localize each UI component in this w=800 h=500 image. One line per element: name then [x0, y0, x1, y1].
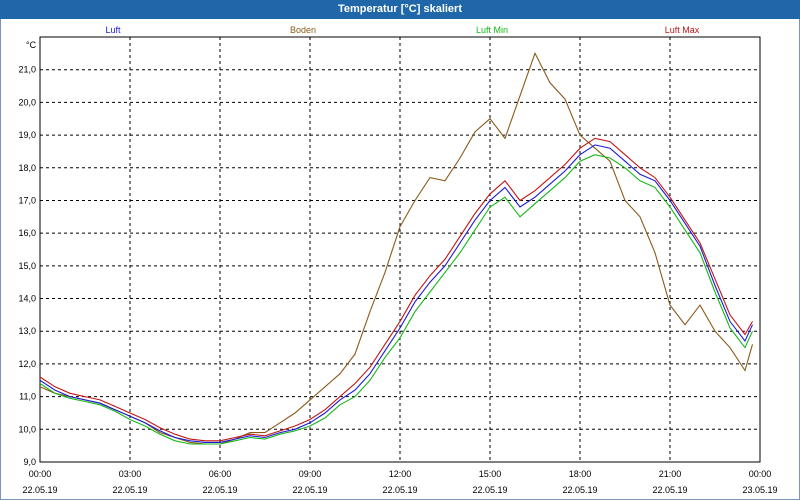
x-tick-time: 00:00: [749, 469, 772, 479]
y-tick-label: 20,0: [18, 97, 36, 107]
x-tick-time: 00:00: [29, 469, 52, 479]
x-tick-time: 06:00: [209, 469, 232, 479]
legend-entry: Luft Max: [665, 25, 700, 35]
x-tick-time: 21:00: [659, 469, 682, 479]
x-tick-date: 22.05.19: [292, 485, 327, 495]
x-tick-date: 23.05.19: [742, 485, 777, 495]
series-line-luft: [39, 144, 753, 443]
y-tick-label: 18,0: [18, 163, 36, 173]
x-tick-time: 09:00: [299, 469, 322, 479]
legend-entry: Luft: [105, 25, 121, 35]
y-tick-label: 19,0: [18, 130, 36, 140]
legend-entry: Luft Min: [476, 25, 508, 35]
x-tick-time: 03:00: [119, 469, 142, 479]
y-tick-label: 11,0: [19, 392, 36, 402]
x-tick-date: 22.05.19: [22, 485, 57, 495]
y-tick-label: 10,0: [18, 424, 36, 434]
y-tick-label: 13,0: [18, 326, 36, 336]
x-tick-time: 18:00: [569, 469, 592, 479]
x-tick-date: 22.05.19: [382, 485, 417, 495]
series-line-boden: [39, 51, 754, 445]
temperature-chart: Luft Boden Luft Min Luft Max 9,0 10,0 11,0 12,…: [18, 25, 777, 495]
x-tick-date: 22.05.19: [652, 485, 687, 495]
x-tick-date: 22.05.19: [472, 485, 507, 495]
x-tick-time: 15:00: [479, 469, 502, 479]
y-tick-label: 15,0: [18, 261, 36, 271]
x-tick-time: 12:00: [389, 469, 412, 479]
x-tick-date: 22.05.19: [112, 485, 147, 495]
x-tick-date: 22.05.19: [562, 485, 597, 495]
y-tick-label: 9,0: [23, 457, 36, 467]
y-tick-label: 12,0: [18, 359, 36, 369]
y-axis-unit: °C: [26, 40, 37, 50]
y-tick-label: 17,0: [18, 195, 36, 205]
y-tick-label: 14,0: [18, 294, 36, 304]
legend-entry: Boden: [290, 25, 316, 35]
x-tick-date: 22.05.19: [202, 485, 237, 495]
series-line-luft-min: [39, 154, 754, 445]
y-tick-label: 21,0: [18, 65, 36, 75]
y-tick-label: 16,0: [18, 228, 36, 238]
